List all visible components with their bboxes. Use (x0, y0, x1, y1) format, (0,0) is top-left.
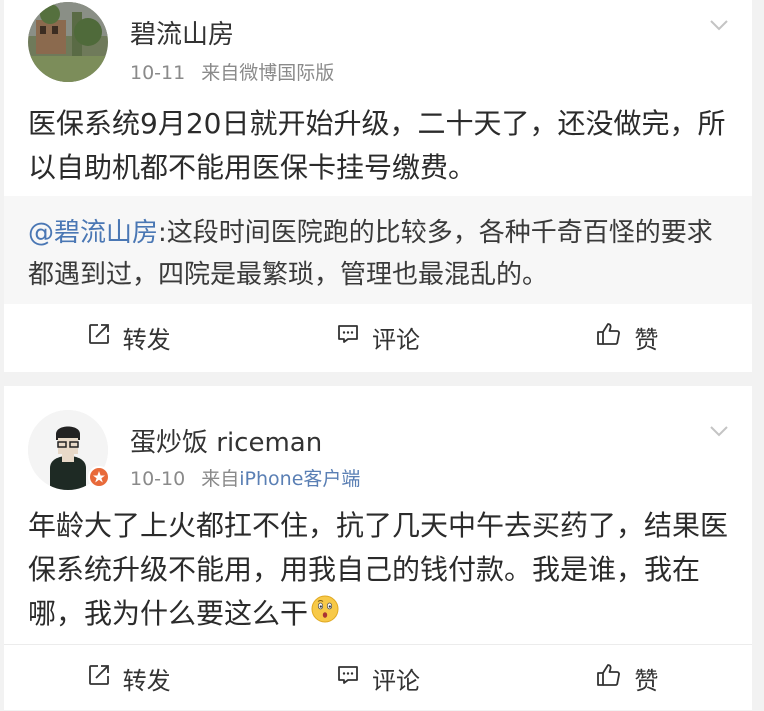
avatar[interactable] (28, 2, 108, 82)
comment-label: 评论 (371, 325, 420, 354)
share-arrow-icon (87, 663, 123, 693)
weibo-post: 碧流山房 10-11 来自微博国际版 医保系统9月20日就开始升级，二十天了，还… (4, 0, 752, 372)
username[interactable]: 蛋炒饭 riceman (130, 422, 322, 459)
weibo-post: 蛋炒饭 riceman 10-10 来自iPhone客户端 年龄大了上火都扛不住… (4, 386, 752, 710)
vip-badge (88, 466, 110, 488)
post-text: 年龄大了上火都扛不住，抗了几天中午去买药了，结果医保系统升级不能用，用我自己的钱… (28, 504, 728, 637)
post-text: 医保系统9月20日就开始升级，二十天了，还没做完，所以自助机都不能用医保卡挂号缴… (28, 107, 726, 184)
mention-link[interactable]: @碧流山房 (28, 218, 158, 248)
thumbs-up-icon (596, 322, 634, 352)
like-button[interactable]: 赞 (503, 320, 752, 355)
like-button[interactable]: 赞 (503, 661, 752, 696)
post-meta: 10-10 来自iPhone客户端 (130, 464, 360, 491)
like-label: 赞 (634, 666, 659, 695)
repost-button[interactable]: 转发 (4, 661, 253, 696)
post-date: 10-10 (130, 468, 186, 490)
post-date: 10-11 (130, 62, 186, 84)
chevron-down-icon[interactable] (710, 422, 728, 440)
source-name[interactable]: iPhone客户端 (239, 468, 360, 490)
source-prefix: 来自 (201, 62, 240, 84)
post-text-content: 年龄大了上火都扛不住，抗了几天中午去买药了，结果医保系统升级不能用，用我自己的钱… (28, 509, 729, 630)
action-bar: 转发 评论 赞 (4, 644, 752, 711)
thumbs-up-icon (596, 663, 634, 693)
like-label: 赞 (634, 325, 659, 354)
repost-label: 转发 (122, 325, 171, 354)
source-prefix: 来自 (201, 468, 240, 490)
comment-button[interactable]: 评论 (253, 661, 502, 696)
chevron-down-icon[interactable] (710, 16, 728, 34)
thinking-face-emoji (310, 593, 340, 637)
comment-button[interactable]: 评论 (253, 320, 502, 355)
comment-label: 评论 (371, 666, 420, 695)
action-bar: 转发 评论 赞 (4, 304, 752, 370)
username[interactable]: 碧流山房 (130, 14, 234, 51)
comment-icon (336, 322, 372, 352)
share-arrow-icon (87, 322, 123, 352)
comment-icon (336, 663, 372, 693)
repost-block[interactable]: @碧流山房:这段时间医院跑的比较多，各种千奇百怪的要求都遇到过，四院是最繁琐，管… (4, 196, 752, 304)
repost-button[interactable]: 转发 (4, 320, 253, 355)
post-meta: 10-11 来自微博国际版 (130, 58, 334, 85)
repost-label: 转发 (122, 666, 171, 695)
source-name: 微博国际版 (239, 62, 335, 84)
